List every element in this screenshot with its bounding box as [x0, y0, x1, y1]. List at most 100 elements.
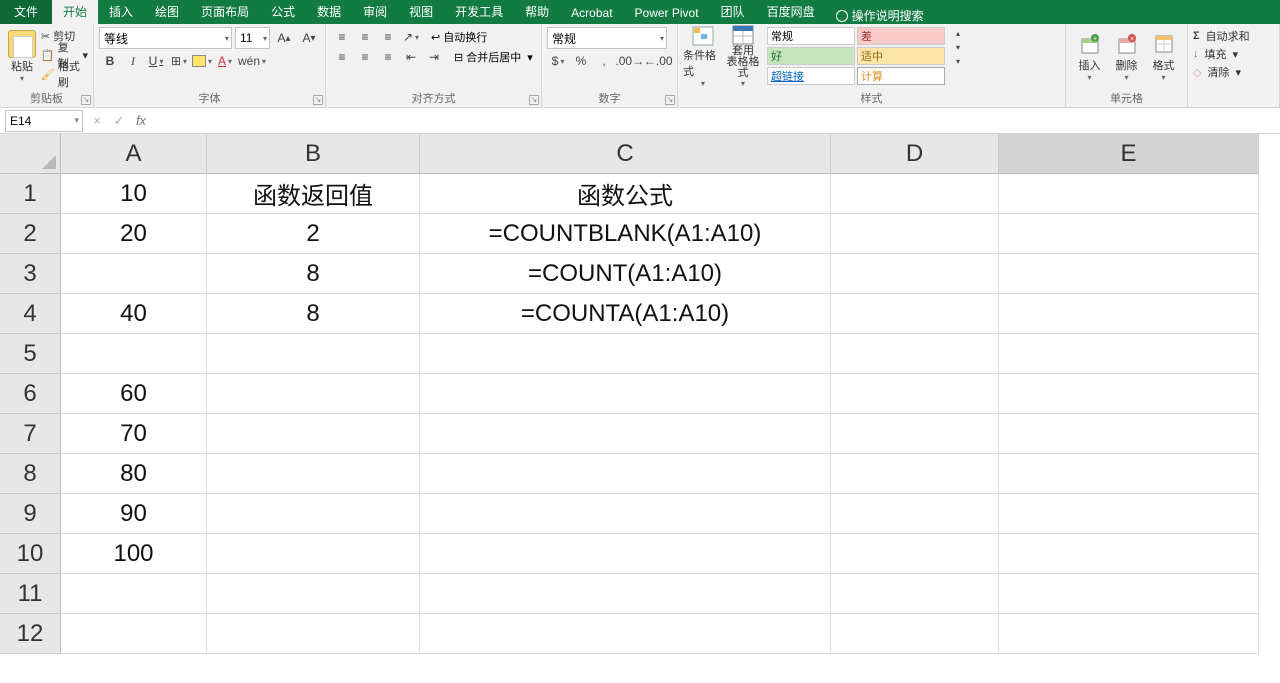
cell-B2[interactable]: 2 [207, 214, 420, 254]
cell-D5[interactable] [831, 334, 999, 374]
tab-home[interactable]: 开始 [52, 0, 98, 24]
cell-E5[interactable] [999, 334, 1259, 374]
name-box[interactable]: E14 [5, 110, 83, 132]
cell-B5[interactable] [207, 334, 420, 374]
cell-C1[interactable]: 函数公式 [420, 174, 831, 214]
cellstyle-bad[interactable]: 差 [857, 27, 945, 45]
font-name-select[interactable]: 等线 [99, 27, 232, 49]
row-header-8[interactable]: 8 [0, 454, 61, 494]
font-color-button[interactable]: A [214, 51, 236, 71]
cell-D10[interactable] [831, 534, 999, 574]
fill-button[interactable]: 填充 ▾ [1193, 45, 1274, 63]
phonetic-button[interactable]: wén [237, 51, 267, 71]
font-size-select[interactable]: 11 [235, 27, 270, 49]
increase-font-button[interactable]: A▴ [273, 28, 295, 48]
row-header-6[interactable]: 6 [0, 374, 61, 414]
conditional-formatting-button[interactable]: 条件格式 [683, 27, 723, 85]
cell-A4[interactable]: 40 [61, 294, 207, 334]
cell-B3[interactable]: 8 [207, 254, 420, 294]
cell-D8[interactable] [831, 454, 999, 494]
alignment-dialog-launcher[interactable]: ↘ [529, 95, 539, 105]
border-button[interactable]: ⊞ [168, 51, 190, 71]
cell-C10[interactable] [420, 534, 831, 574]
cell-B8[interactable] [207, 454, 420, 494]
clear-button[interactable]: 清除 ▾ [1193, 63, 1274, 81]
align-bottom-button[interactable]: ≡ [377, 27, 399, 47]
italic-button[interactable]: I [122, 51, 144, 71]
decrease-indent-button[interactable]: ⇤ [400, 47, 422, 67]
align-right-button[interactable]: ≡ [377, 47, 399, 67]
tab-team[interactable]: 团队 [710, 0, 756, 24]
cell-A10[interactable]: 100 [61, 534, 207, 574]
format-painter-button[interactable]: 格式刷 [41, 65, 88, 83]
tab-baidu[interactable]: 百度网盘 [756, 0, 826, 24]
paste-button[interactable]: 粘贴 [5, 27, 39, 85]
cell-E1[interactable] [999, 174, 1259, 214]
align-top-button[interactable]: ≡ [331, 27, 353, 47]
cell-C2[interactable]: =COUNTBLANK(A1:A10) [420, 214, 831, 254]
font-dialog-launcher[interactable]: ↘ [313, 95, 323, 105]
row-header-4[interactable]: 4 [0, 294, 61, 334]
accounting-format-button[interactable]: $ [547, 51, 569, 71]
increase-indent-button[interactable]: ⇥ [423, 47, 445, 67]
cell-D6[interactable] [831, 374, 999, 414]
cell-B11[interactable] [207, 574, 420, 614]
cellstyle-neutral[interactable]: 适中 [857, 47, 945, 65]
align-center-button[interactable]: ≡ [354, 47, 376, 67]
format-cells-button[interactable]: 格式 [1145, 27, 1182, 85]
tab-help[interactable]: 帮助 [514, 0, 560, 24]
bold-button[interactable]: B [99, 51, 121, 71]
clipboard-dialog-launcher[interactable]: ↘ [81, 95, 91, 105]
column-header-E[interactable]: E [999, 134, 1259, 174]
cell-B7[interactable] [207, 414, 420, 454]
cell-E10[interactable] [999, 534, 1259, 574]
cell-A5[interactable] [61, 334, 207, 374]
cell-C7[interactable] [420, 414, 831, 454]
tab-file[interactable]: 文件 [0, 0, 52, 24]
cell-A7[interactable]: 70 [61, 414, 207, 454]
cell-B1[interactable]: 函数返回值 [207, 174, 420, 214]
insert-function-button[interactable]: fx [131, 113, 151, 128]
row-header-12[interactable]: 12 [0, 614, 61, 654]
cell-A3[interactable] [61, 254, 207, 294]
percent-button[interactable]: % [570, 51, 592, 71]
cell-D7[interactable] [831, 414, 999, 454]
merge-center-button[interactable]: ⊟ 合并后居中 ▾ [454, 49, 533, 65]
cell-A12[interactable] [61, 614, 207, 654]
cell-B4[interactable]: 8 [207, 294, 420, 334]
cell-C4[interactable]: =COUNTA(A1:A10) [420, 294, 831, 334]
cell-C11[interactable] [420, 574, 831, 614]
select-all-corner[interactable] [0, 134, 61, 174]
cell-D1[interactable] [831, 174, 999, 214]
cell-E7[interactable] [999, 414, 1259, 454]
formula-input[interactable] [155, 110, 1280, 132]
column-header-A[interactable]: A [61, 134, 207, 174]
row-header-11[interactable]: 11 [0, 574, 61, 614]
cell-D4[interactable] [831, 294, 999, 334]
cell-A11[interactable] [61, 574, 207, 614]
cell-A9[interactable]: 90 [61, 494, 207, 534]
tab-acrobat[interactable]: Acrobat [560, 2, 623, 24]
cell-A6[interactable]: 60 [61, 374, 207, 414]
cell-D9[interactable] [831, 494, 999, 534]
column-header-C[interactable]: C [420, 134, 831, 174]
tab-data[interactable]: 数据 [306, 0, 352, 24]
cell-C9[interactable] [420, 494, 831, 534]
cell-E8[interactable] [999, 454, 1259, 494]
gallery-down-button[interactable]: ▾ [947, 41, 969, 54]
tab-insert[interactable]: 插入 [98, 0, 144, 24]
cell-C8[interactable] [420, 454, 831, 494]
cell-D2[interactable] [831, 214, 999, 254]
row-header-3[interactable]: 3 [0, 254, 61, 294]
tell-me-search[interactable]: 操作说明搜索 [836, 7, 924, 24]
decrease-decimal-button[interactable]: ←.00 [645, 51, 673, 71]
cancel-formula-button[interactable]: × [87, 113, 107, 128]
cellstyle-calculation[interactable]: 计算 [857, 67, 945, 85]
gallery-more-button[interactable]: ▾ [947, 55, 969, 68]
underline-button[interactable]: U [145, 51, 167, 71]
number-dialog-launcher[interactable]: ↘ [665, 95, 675, 105]
format-as-table-button[interactable]: 套用 表格格式 [723, 27, 763, 85]
tab-pagelayout[interactable]: 页面布局 [190, 0, 260, 24]
cell-E3[interactable] [999, 254, 1259, 294]
row-header-5[interactable]: 5 [0, 334, 61, 374]
